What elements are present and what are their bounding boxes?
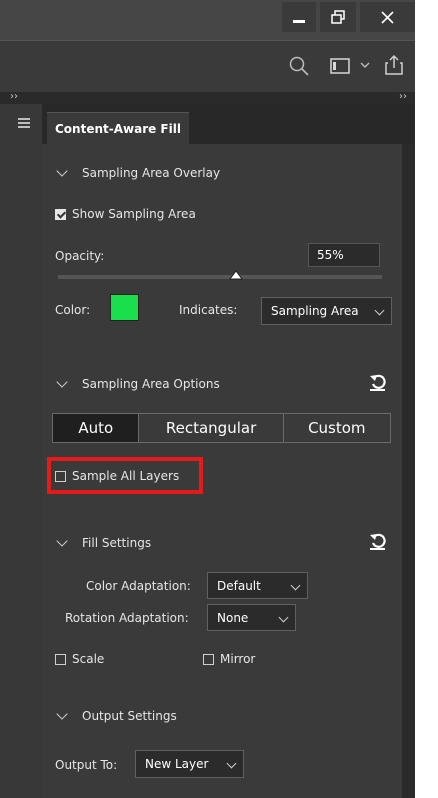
- section-sampling-area-overlay[interactable]: Sampling Area Overlay: [56, 165, 221, 180]
- section-title: Fill Settings: [82, 536, 152, 550]
- opacity-slider-track[interactable]: [58, 275, 382, 279]
- chevron-down-icon: [290, 580, 301, 591]
- chevron-down-icon[interactable]: [360, 62, 370, 70]
- opacity-input[interactable]: 55%: [308, 243, 380, 267]
- opacity-slider-thumb[interactable]: [229, 270, 244, 280]
- title-bar: [0, 0, 415, 40]
- collapse-right-icon[interactable]: ››: [399, 91, 407, 102]
- dropdown-value: Default: [217, 578, 261, 593]
- left-dock-column: [0, 104, 43, 798]
- indicates-dropdown[interactable]: Sampling Area: [261, 297, 392, 325]
- search-icon[interactable]: [288, 55, 310, 77]
- section-fill-settings[interactable]: Fill Settings: [56, 535, 152, 550]
- panel-menu-icon[interactable]: [18, 118, 30, 130]
- opacity-label: Opacity:: [55, 249, 105, 263]
- share-icon[interactable]: [384, 54, 404, 76]
- dropdown-value: New Layer: [145, 757, 209, 771]
- reset-icon[interactable]: [368, 531, 388, 551]
- dropdown-value: None: [217, 610, 249, 625]
- checkbox-label: Mirror: [220, 652, 256, 666]
- checkbox-unchecked-icon: [55, 653, 66, 665]
- options-toolbar: [0, 40, 415, 93]
- panel-tab-row: Content-Aware Fill: [42, 104, 415, 144]
- chevron-down-icon: [56, 535, 68, 547]
- section-title: Output Settings: [82, 709, 177, 723]
- minimize-icon: [293, 19, 305, 23]
- photoshop-window: ›› ›› Content-Aware Fill Sampling Area O…: [0, 0, 415, 798]
- scale-checkbox[interactable]: Scale: [55, 652, 104, 666]
- chevron-down-icon: [278, 612, 289, 623]
- checkbox-label: Scale: [72, 652, 105, 666]
- checkbox-label: Show Sampling Area: [72, 207, 196, 221]
- color-adaptation-label: Color Adaptation:: [86, 579, 191, 593]
- chevron-down-icon: [56, 376, 68, 388]
- section-output-settings[interactable]: Output Settings: [56, 708, 177, 723]
- chevron-down-icon: [226, 758, 237, 769]
- color-label: Color:: [55, 303, 91, 317]
- mirror-checkbox[interactable]: Mirror: [203, 652, 255, 666]
- output-to-dropdown[interactable]: New Layer: [135, 750, 244, 778]
- indicates-label: Indicates:: [179, 303, 238, 317]
- highlight-box: [47, 457, 203, 494]
- restore-button[interactable]: [320, 2, 356, 32]
- segment-rectangular[interactable]: Rectangular: [139, 414, 284, 442]
- tab-content-aware-fill[interactable]: Content-Aware Fill: [47, 112, 189, 144]
- rotation-adaptation-label: Rotation Adaptation:: [65, 611, 189, 625]
- restore-icon: [331, 10, 345, 24]
- section-title: Sampling Area Overlay: [82, 166, 221, 180]
- panel-scrollbar[interactable]: [402, 144, 415, 798]
- segment-auto[interactable]: Auto: [53, 414, 140, 442]
- sampling-mode-segmented-control: Auto Rectangular Custom: [52, 413, 391, 443]
- checkbox-unchecked-icon: [203, 653, 214, 665]
- collapse-left-icon[interactable]: ››: [10, 91, 18, 102]
- chevron-down-icon: [56, 165, 68, 177]
- section-sampling-area-options[interactable]: Sampling Area Options: [56, 376, 220, 391]
- rotation-adaptation-dropdown[interactable]: None: [207, 604, 296, 631]
- chevron-down-icon: [374, 305, 385, 316]
- section-title: Sampling Area Options: [82, 377, 220, 391]
- minimize-button[interactable]: [282, 2, 316, 32]
- dropdown-value: Sampling Area: [271, 304, 359, 318]
- panel-collapse-strip: ›› ››: [0, 91, 415, 104]
- color-adaptation-dropdown[interactable]: Default: [207, 572, 308, 599]
- chevron-down-icon: [56, 708, 68, 720]
- checkbox-checked-icon: [55, 208, 66, 220]
- color-swatch[interactable]: [110, 294, 139, 321]
- close-icon: [381, 10, 394, 24]
- segment-custom[interactable]: Custom: [284, 414, 390, 442]
- workspace-icon[interactable]: [330, 58, 350, 74]
- show-sampling-area-checkbox[interactable]: Show Sampling Area: [55, 207, 196, 221]
- close-button[interactable]: [360, 2, 415, 32]
- reset-icon[interactable]: [368, 372, 388, 392]
- output-to-label: Output To:: [55, 758, 118, 772]
